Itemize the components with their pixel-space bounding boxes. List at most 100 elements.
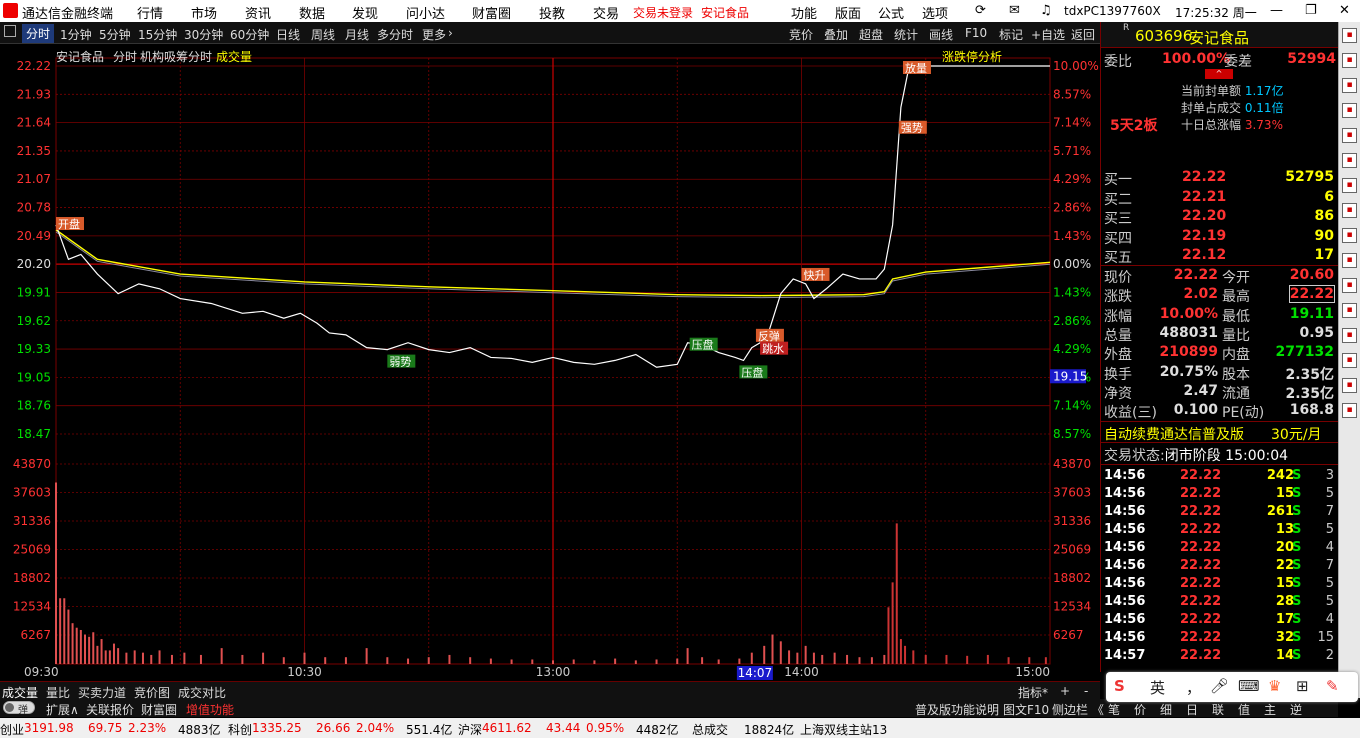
tool-mark[interactable]: 标记 bbox=[999, 26, 1023, 43]
tab-1min[interactable]: 1分钟 bbox=[60, 26, 92, 43]
menu-data[interactable]: 数据 bbox=[299, 3, 325, 22]
tick-row[interactable]: 14:56 22.22 20 S 4 bbox=[1104, 540, 1336, 558]
panel-tab[interactable]: 价 bbox=[1134, 701, 1146, 718]
tab-weekly[interactable]: 周线 bbox=[311, 26, 335, 43]
more-chevron-icon[interactable]: › bbox=[448, 26, 453, 40]
gift-icon[interactable]: ▪ bbox=[1342, 403, 1357, 418]
add-indicator-button[interactable]: + bbox=[1060, 684, 1070, 698]
user-id[interactable]: tdxPC1397760X bbox=[1064, 4, 1161, 18]
tab-daily[interactable]: 日线 bbox=[276, 26, 300, 43]
chart-icon[interactable]: ▪ bbox=[1342, 28, 1357, 43]
bar-icon[interactable]: ▪ bbox=[1342, 103, 1357, 118]
list-icon[interactable]: ▪ bbox=[1342, 53, 1357, 68]
tab-5min[interactable]: 5分钟 bbox=[99, 26, 131, 43]
tab-value-added[interactable]: 增值功能 bbox=[186, 701, 234, 718]
tool-overlay[interactable]: 叠加 bbox=[824, 26, 848, 43]
tick-row[interactable]: 14:56 22.22 15 S 5 bbox=[1104, 486, 1336, 504]
tick-row[interactable]: 14:56 22.22 15 S 5 bbox=[1104, 576, 1336, 594]
ime-mic-icon[interactable]: 🎤︎ bbox=[1210, 677, 1229, 695]
grid-icon[interactable]: ▪ bbox=[1342, 128, 1357, 143]
tick-row[interactable]: 14:56 22.22 17 S 4 bbox=[1104, 612, 1336, 630]
tab-15min[interactable]: 15分钟 bbox=[138, 26, 177, 43]
menu-discover[interactable]: 发现 bbox=[352, 3, 378, 22]
chart-indicator-name[interactable]: 机构吸筹分时 bbox=[140, 48, 212, 65]
bid-row[interactable]: 买四 22.19 90 bbox=[1104, 228, 1336, 247]
popup-toggle[interactable]: 弹 bbox=[3, 701, 35, 716]
ime-more-icon[interactable]: ✎ bbox=[1326, 677, 1339, 695]
menu-trade[interactable]: 交易 bbox=[593, 3, 619, 22]
panel-tab[interactable]: 联 bbox=[1212, 701, 1224, 718]
chart-canvas[interactable]: 22.22 10.00% 21.93 8.57% 21.64 7.14% 21.35 5.71… bbox=[0, 44, 1100, 680]
tool-stats[interactable]: 统计 bbox=[894, 26, 918, 43]
tab-sidebar[interactable]: 侧边栏 《 bbox=[1052, 701, 1104, 718]
ad-text[interactable]: 自动续费通达信普及版 bbox=[1104, 424, 1244, 444]
money-icon[interactable]: ▪ bbox=[1342, 278, 1357, 293]
menu-ask[interactable]: 问小达 bbox=[406, 3, 445, 22]
limit-analysis-button[interactable]: 涨跌停分析 bbox=[942, 48, 1002, 65]
tool-draw[interactable]: 画线 bbox=[929, 26, 953, 43]
tab-monthly[interactable]: 月线 bbox=[345, 26, 369, 43]
menu-quote[interactable]: 行情 bbox=[137, 3, 163, 22]
tab-wealth-circle[interactable]: 财富圈 bbox=[141, 701, 177, 718]
tick-row[interactable]: 14:57 22.22 14 S 2 bbox=[1104, 648, 1336, 666]
ime-logo-icon[interactable]: S bbox=[1114, 677, 1125, 695]
trade-status[interactable]: 交易未登录 bbox=[633, 4, 693, 21]
menu-options[interactable]: 选项 bbox=[922, 3, 948, 22]
bid-row[interactable]: 买二 22.21 6 bbox=[1104, 189, 1336, 208]
panel-tab[interactable]: 细 bbox=[1160, 701, 1172, 718]
tool-superplate[interactable]: 超盘 bbox=[859, 26, 883, 43]
bid-row[interactable]: 买三 22.20 86 bbox=[1104, 208, 1336, 227]
panel-tab[interactable]: 主 bbox=[1264, 701, 1276, 718]
info-icon[interactable]: ▪ bbox=[1342, 153, 1357, 168]
ad-banner[interactable]: 自动续费通达信普及版 30元/月 bbox=[1101, 421, 1338, 443]
ime-lang[interactable]: 英 bbox=[1150, 677, 1165, 698]
tick-row[interactable]: 14:56 22.22 261 S 7 bbox=[1104, 504, 1336, 522]
maximize-icon[interactable]: ❐ bbox=[1305, 3, 1317, 18]
tick-row[interactable]: 14:56 22.22 32 S 15 bbox=[1104, 630, 1336, 648]
tab-related-quote[interactable]: 关联报价 bbox=[86, 701, 134, 718]
intraday-chart[interactable]: 22.22 10.00% 21.93 8.57% 21.64 7.14% 21.35 5.71… bbox=[0, 44, 1100, 680]
panel-tab[interactable]: 逆 bbox=[1290, 701, 1302, 718]
star-icon[interactable]: ▪ bbox=[1342, 303, 1357, 318]
menu-wealth[interactable]: 财富圈 bbox=[472, 3, 511, 22]
panel-tab[interactable]: 值 bbox=[1238, 701, 1250, 718]
stack-icon[interactable]: ▪ bbox=[1342, 353, 1357, 368]
tool-add-watchlist[interactable]: +自选 bbox=[1031, 26, 1065, 43]
doc-icon[interactable]: ▪ bbox=[1342, 203, 1357, 218]
index-name[interactable]: 沪深 bbox=[458, 721, 482, 738]
tool-f10[interactable]: F10 bbox=[965, 26, 987, 40]
ime-skin-icon[interactable]: ♛ bbox=[1268, 677, 1281, 695]
trend-icon[interactable]: ▪ bbox=[1342, 328, 1357, 343]
tick-row[interactable]: 14:56 22.22 242 S 3 bbox=[1104, 468, 1336, 486]
table-icon[interactable]: ▪ bbox=[1342, 78, 1357, 93]
ime-tools-icon[interactable]: ⊞ bbox=[1296, 677, 1309, 695]
menu-function[interactable]: 功能 bbox=[791, 3, 817, 22]
tab-30min[interactable]: 30分钟 bbox=[184, 26, 223, 43]
index-name[interactable]: 创业 bbox=[0, 721, 24, 738]
menu-edu[interactable]: 投教 bbox=[539, 3, 565, 22]
tool-back[interactable]: 返回 bbox=[1071, 26, 1095, 43]
panel-tab[interactable]: 笔 bbox=[1108, 701, 1120, 718]
sidebar-toggle-icon[interactable] bbox=[4, 25, 16, 37]
collapse-icon[interactable]: ^ bbox=[1205, 69, 1233, 79]
menu-layout[interactable]: 版面 bbox=[835, 3, 861, 22]
panel-tab[interactable]: 日 bbox=[1186, 701, 1198, 718]
globe-icon[interactable]: ▪ bbox=[1342, 253, 1357, 268]
remove-indicator-button[interactable]: - bbox=[1084, 684, 1088, 698]
pencil-icon[interactable]: ▪ bbox=[1342, 378, 1357, 393]
tick-row[interactable]: 14:56 22.22 22 S 7 bbox=[1104, 558, 1336, 576]
bid-row[interactable]: 买五 22.12 17 bbox=[1104, 247, 1336, 266]
menu-market[interactable]: 市场 bbox=[191, 3, 217, 22]
tick-row[interactable]: 14:56 22.22 13 S 5 bbox=[1104, 522, 1336, 540]
tab-feature-guide[interactable]: 普及版功能说明 bbox=[915, 701, 999, 718]
menu-news[interactable]: 资讯 bbox=[245, 3, 271, 22]
tool-auction[interactable]: 竞价 bbox=[789, 26, 813, 43]
minimize-icon[interactable]: — bbox=[1270, 3, 1283, 18]
tab-extend[interactable]: 扩展∧ bbox=[46, 701, 79, 718]
ime-punct[interactable]: ， bbox=[1186, 677, 1201, 698]
fiz-icon[interactable]: ▪ bbox=[1342, 228, 1357, 243]
server-name[interactable]: 上海双线主站13 bbox=[800, 721, 887, 738]
refresh-icon[interactable]: ⟳ bbox=[975, 3, 986, 18]
tab-multi-intraday[interactable]: 多分时 bbox=[377, 26, 413, 43]
tick-row[interactable]: 14:56 22.22 28 S 5 bbox=[1104, 594, 1336, 612]
